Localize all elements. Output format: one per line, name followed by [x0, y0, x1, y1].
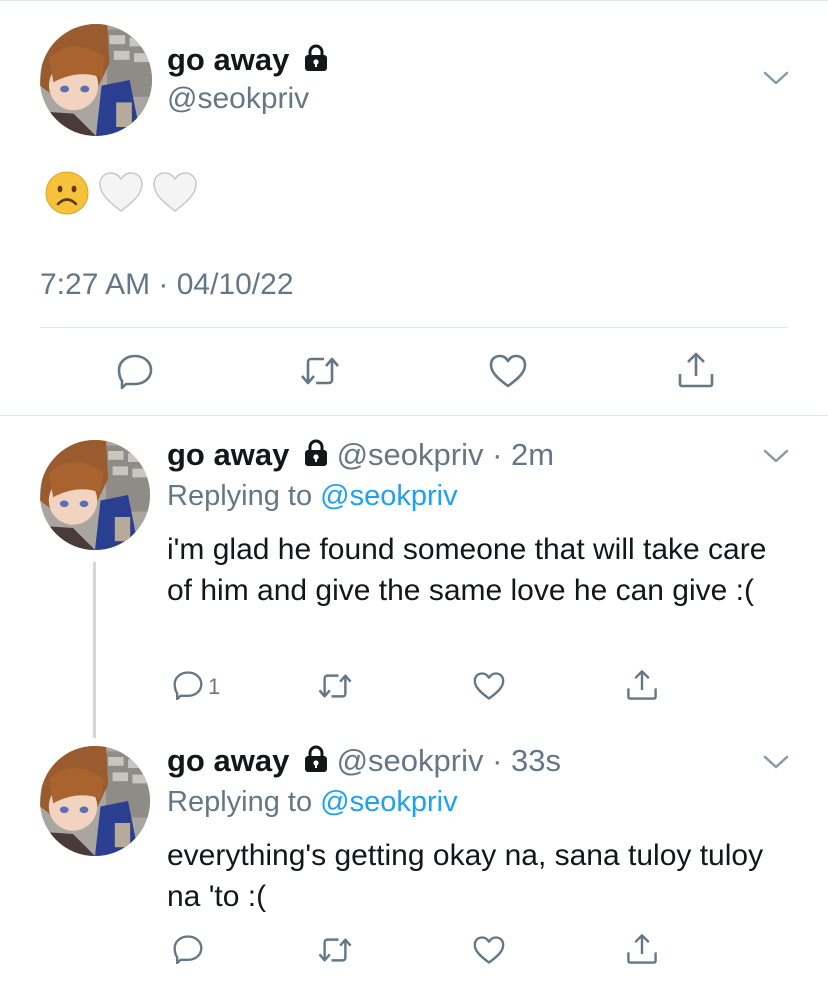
avatar-image: [40, 440, 150, 550]
avatar-image: [40, 24, 152, 136]
display-name[interactable]: go away: [167, 42, 328, 80]
thread-divider: [0, 415, 828, 416]
retweet-icon[interactable]: [316, 671, 354, 701]
lock-icon: [304, 439, 328, 475]
thread-connector-line: [93, 562, 96, 738]
like-icon[interactable]: [472, 671, 506, 701]
avatar[interactable]: [40, 24, 152, 136]
reply-header: go away @seokpriv · 33s: [167, 743, 561, 781]
chevron-down-icon[interactable]: [761, 752, 791, 772]
relative-time[interactable]: · 2m: [492, 437, 554, 472]
avatar-image: [40, 746, 150, 856]
avatar[interactable]: [40, 440, 150, 550]
white-heart-emoji: [98, 170, 144, 216]
like-icon[interactable]: [488, 353, 528, 389]
white-heart-emoji: [152, 170, 198, 216]
reply-count: 1: [208, 674, 221, 699]
reply-icon[interactable]: [172, 670, 204, 700]
share-icon[interactable]: [676, 350, 716, 390]
handle[interactable]: @seokpriv: [167, 82, 309, 116]
frowning-face-emoji: [44, 170, 90, 216]
avatar[interactable]: [40, 746, 150, 856]
replying-to-link[interactable]: @seokpriv: [320, 786, 457, 818]
tweet-meta-divider: [40, 327, 788, 328]
chevron-down-icon[interactable]: [761, 68, 791, 88]
relative-time[interactable]: · 33s: [492, 743, 561, 778]
reply-header: go away @seokpriv · 2m: [167, 437, 554, 475]
retweet-icon[interactable]: [316, 935, 354, 965]
display-name[interactable]: go away: [167, 743, 289, 778]
like-icon[interactable]: [472, 935, 506, 965]
tweet-text: i'm glad he found someone that will take…: [167, 533, 767, 607]
timestamp[interactable]: 7:27 AM · 04/10/22: [40, 268, 294, 302]
replying-to: Replying to @seokpriv: [167, 786, 458, 818]
retweet-icon[interactable]: [298, 354, 342, 388]
handle[interactable]: @seokpriv: [337, 743, 484, 778]
lock-icon: [304, 44, 328, 80]
share-icon[interactable]: [625, 932, 659, 966]
chevron-down-icon[interactable]: [761, 446, 791, 466]
reply-icon[interactable]: [116, 353, 154, 389]
reply-icon[interactable]: [172, 934, 204, 964]
tweet-text: everything's getting okay na, sana tuloy…: [167, 839, 764, 913]
lock-icon: [304, 745, 328, 781]
handle[interactable]: @seokpriv: [337, 437, 484, 472]
share-icon[interactable]: [625, 668, 659, 702]
replying-to-link[interactable]: @seokpriv: [320, 480, 457, 512]
top-divider: [0, 0, 828, 1]
replying-to: Replying to @seokpriv: [167, 480, 458, 512]
display-name[interactable]: go away: [167, 437, 289, 472]
